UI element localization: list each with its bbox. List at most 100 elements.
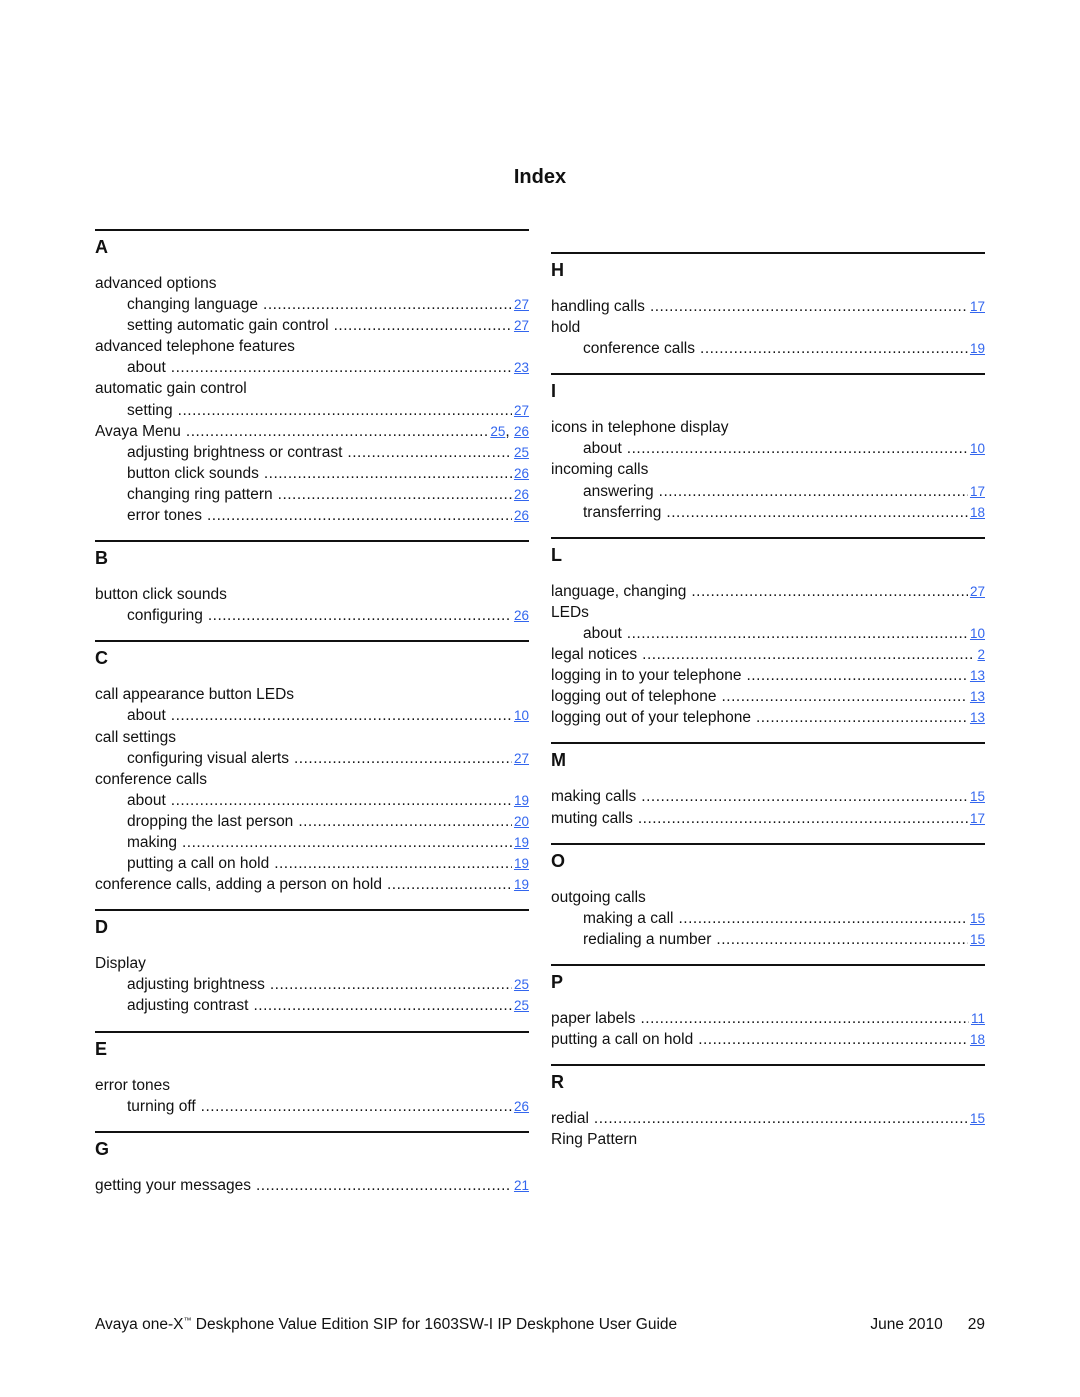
page-link[interactable]: 10 xyxy=(514,708,529,723)
page-link[interactable]: 17 xyxy=(970,811,985,826)
index-subentry: turning off 26 xyxy=(95,1096,529,1117)
page-link[interactable]: 2 xyxy=(977,647,985,662)
index-subentry: error tones 26 xyxy=(95,505,529,526)
dot-leader xyxy=(756,707,968,728)
page-link[interactable]: 19 xyxy=(514,856,529,871)
page-link[interactable]: 18 xyxy=(970,1032,985,1047)
page-link[interactable]: 19 xyxy=(514,835,529,850)
page-link[interactable]: 15 xyxy=(970,1111,985,1126)
page-refs: 17 xyxy=(970,296,985,317)
page-link[interactable]: 15 xyxy=(970,932,985,947)
page-link[interactable]: 19 xyxy=(514,793,529,808)
page-link[interactable]: 27 xyxy=(514,403,529,418)
page-link[interactable]: 13 xyxy=(970,668,985,683)
page-link[interactable]: 25 xyxy=(490,424,505,439)
entry-term: answering xyxy=(583,482,654,500)
page-link[interactable]: 10 xyxy=(970,441,985,456)
page-link[interactable]: 26 xyxy=(514,608,529,623)
dot-leader xyxy=(641,786,968,807)
index-section-p: Ppaper labels 11 putting a call on hold 18 xyxy=(551,963,985,1050)
page-link[interactable]: 19 xyxy=(514,877,529,892)
page-link[interactable]: 25 xyxy=(514,445,529,460)
page-link[interactable]: 17 xyxy=(970,299,985,314)
index-subentry: making a call 15 xyxy=(551,908,985,929)
index-entry: hold xyxy=(551,317,985,338)
page-link[interactable]: 10 xyxy=(970,626,985,641)
index-entry: button click sounds xyxy=(95,584,529,605)
page-link[interactable]: 21 xyxy=(514,1178,529,1193)
page-link[interactable]: 19 xyxy=(970,341,985,356)
index-entry: logging out of your telephone 13 xyxy=(551,707,985,728)
index-subentry: answering 17 xyxy=(551,481,985,502)
index-section-a: Aadvanced optionschanging language27sett… xyxy=(95,229,529,526)
index-subentry: setting 27 xyxy=(95,400,529,421)
page-link[interactable]: 13 xyxy=(970,689,985,704)
page-refs: 13 xyxy=(970,707,985,728)
page-link[interactable]: 26 xyxy=(514,466,529,481)
page-link[interactable]: 27 xyxy=(970,584,985,599)
section-letter: B xyxy=(95,548,108,569)
page-link[interactable]: 11 xyxy=(971,1011,985,1026)
index-entry: logging in to your telephone 13 xyxy=(551,665,985,686)
entry-term: getting your messages xyxy=(95,1176,251,1194)
dot-leader xyxy=(666,502,968,523)
index-subentry: adjusting brightness or contrast 25 xyxy=(95,442,529,463)
dot-leader xyxy=(171,357,512,378)
page-link[interactable]: 27 xyxy=(514,751,529,766)
dot-leader xyxy=(691,581,968,602)
entry-term: changing ring pattern xyxy=(127,485,273,503)
entry-term: setting automatic gain control xyxy=(127,317,329,335)
page-link[interactable]: 27 xyxy=(514,297,529,312)
entry-term: icons in telephone display xyxy=(551,419,729,437)
section-letter: M xyxy=(551,750,566,771)
page-title: Index xyxy=(513,166,567,188)
page-separator: , xyxy=(505,422,514,440)
page-link[interactable]: 18 xyxy=(970,505,985,520)
entry-term: logging out of your telephone xyxy=(551,709,751,727)
index-subentry: configuring visual alerts 27 xyxy=(95,748,529,769)
page-link[interactable]: 23 xyxy=(514,360,529,375)
page-link[interactable]: 13 xyxy=(970,710,985,725)
page-link[interactable]: 17 xyxy=(970,484,985,499)
page-refs: 25 xyxy=(514,974,529,995)
page-refs: 19 xyxy=(514,874,529,895)
page-link[interactable]: 26 xyxy=(514,1099,529,1114)
entry-term: legal notices xyxy=(551,646,638,664)
entry-term: redial xyxy=(551,1110,589,1128)
entry-term: changing language xyxy=(127,296,259,314)
page-link[interactable]: 26 xyxy=(514,508,529,523)
dot-leader xyxy=(278,484,512,505)
page-link[interactable]: 26 xyxy=(514,487,529,502)
dot-leader xyxy=(270,974,512,995)
page-link[interactable]: 15 xyxy=(970,911,985,926)
page-link[interactable]: 20 xyxy=(514,814,529,829)
dot-leader xyxy=(347,442,512,463)
index-subentry: making 19 xyxy=(95,832,529,853)
entry-term: about xyxy=(127,791,166,809)
dot-leader xyxy=(208,605,512,626)
page-link[interactable]: 26 xyxy=(514,424,529,439)
page-link[interactable]: 15 xyxy=(970,789,985,804)
footer-guide-prefix: Avaya one-X xyxy=(95,1316,184,1334)
dot-leader xyxy=(294,748,512,769)
index-subentry: configuring 26 xyxy=(95,605,529,626)
index-section-i: Iicons in telephone display about 10 incomi… xyxy=(551,373,985,522)
index-entry: advanced options xyxy=(95,273,529,294)
dot-leader xyxy=(298,811,512,832)
page-refs: 26 xyxy=(514,1096,529,1117)
index-entry: making calls 15 xyxy=(551,786,985,807)
index-section-e: Eerror tones turning off 26 xyxy=(95,1030,529,1117)
page-link[interactable]: 25 xyxy=(514,998,529,1013)
dot-leader xyxy=(256,1175,512,1196)
dot-leader xyxy=(650,296,968,317)
page-refs: 27 xyxy=(514,748,529,769)
page-refs: 26 xyxy=(514,605,529,626)
page-link[interactable]: 25 xyxy=(514,977,529,992)
index-entry: putting a call on hold 18 xyxy=(551,1029,985,1050)
dot-leader xyxy=(186,421,488,442)
index-section-h: Hhandling calls 17 holdconference calls 19 xyxy=(551,252,985,359)
dot-leader xyxy=(207,505,512,526)
page-link[interactable]: 27 xyxy=(514,318,529,333)
index-entry: logging out of telephone 13 xyxy=(551,686,985,707)
entry-term: redialing a number xyxy=(583,930,712,948)
